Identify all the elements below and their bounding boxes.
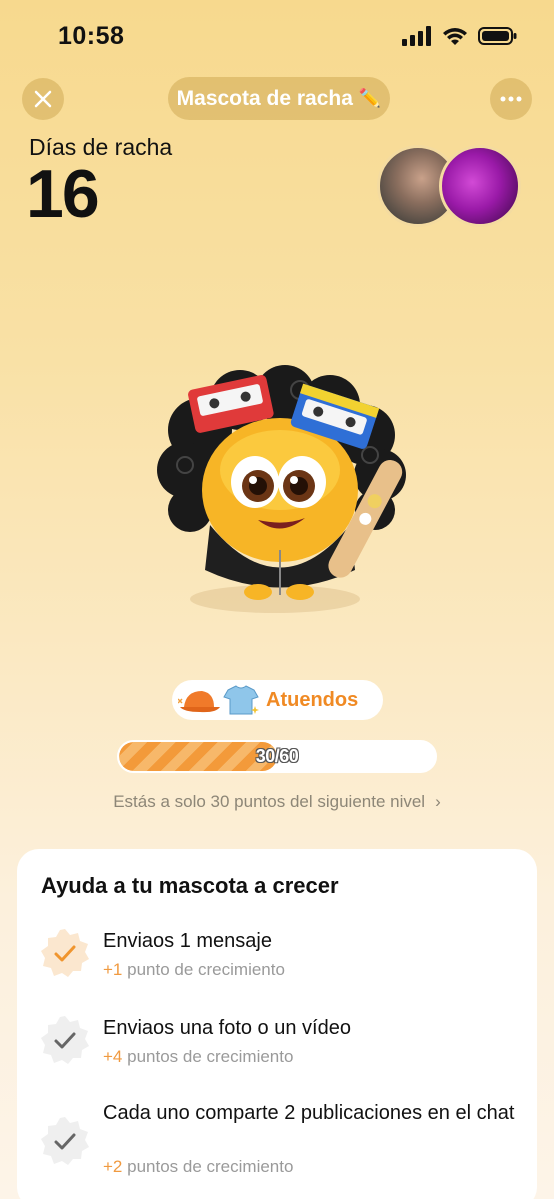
close-icon: [34, 90, 52, 108]
growth-card-title: Ayuda a tu mascota a crecer: [41, 873, 339, 898]
status-time: 10:58: [58, 22, 125, 50]
outfits-button[interactable]: Atuendos: [172, 680, 383, 720]
pending-check-badge-icon: [41, 1016, 89, 1064]
task-points-label: punto de crecimiento: [127, 960, 285, 979]
streak-count: 16: [26, 156, 100, 232]
pending-check-badge-icon: [41, 1117, 89, 1165]
more-icon: [500, 96, 522, 102]
next-level-text: Estás a solo 30 puntos del siguiente niv…: [113, 792, 426, 811]
battery-icon: [478, 27, 517, 45]
status-bar: 10:58: [0, 0, 554, 70]
task-points-label: puntos de crecimiento: [127, 1047, 294, 1066]
close-button[interactable]: [22, 78, 64, 120]
page-title: Mascota de racha: [176, 86, 353, 110]
streak-mascot-image[interactable]: [140, 360, 420, 620]
growth-progress-text: 30/60: [255, 746, 299, 766]
avatar-user-2[interactable]: [439, 145, 521, 227]
task-points-label: puntos de crecimiento: [127, 1157, 294, 1176]
wifi-icon: [443, 28, 467, 45]
cellular-signal-icon: [402, 26, 431, 46]
more-options-button[interactable]: [490, 78, 532, 120]
task-title: Enviaos una foto o un vídeo: [103, 1017, 351, 1039]
chevron-right-icon: ›: [435, 792, 441, 811]
pencil-icon: ✏️: [358, 88, 382, 108]
task-points-value: +1: [103, 960, 123, 979]
growth-tasks-card: Ayuda a tu mascota a crecer Enviaos 1 me…: [17, 849, 537, 1199]
outfit-shirt-icon: [223, 685, 259, 715]
outfit-cap-icon: [178, 691, 220, 713]
task-points: +1 punto de crecimiento: [103, 960, 285, 980]
outfits-label: Atuendos: [266, 688, 359, 711]
task-title: Enviaos 1 mensaje: [103, 930, 272, 952]
task-points-value: +2: [103, 1157, 123, 1176]
page-title-button[interactable]: Mascota de racha ✏️: [168, 77, 390, 120]
task-points: +4 puntos de crecimiento: [103, 1047, 293, 1067]
task-title: Cada uno comparte 2 publicaciones en el …: [103, 1102, 515, 1124]
task-points: +2 puntos de crecimiento: [103, 1157, 293, 1177]
task-points-value: +4: [103, 1047, 123, 1066]
status-icons: [402, 26, 518, 46]
next-level-link[interactable]: Estás a solo 30 puntos del siguiente niv…: [0, 792, 554, 812]
completed-check-badge-icon: [41, 929, 89, 977]
growth-progress-bar: 30/60: [117, 740, 437, 773]
